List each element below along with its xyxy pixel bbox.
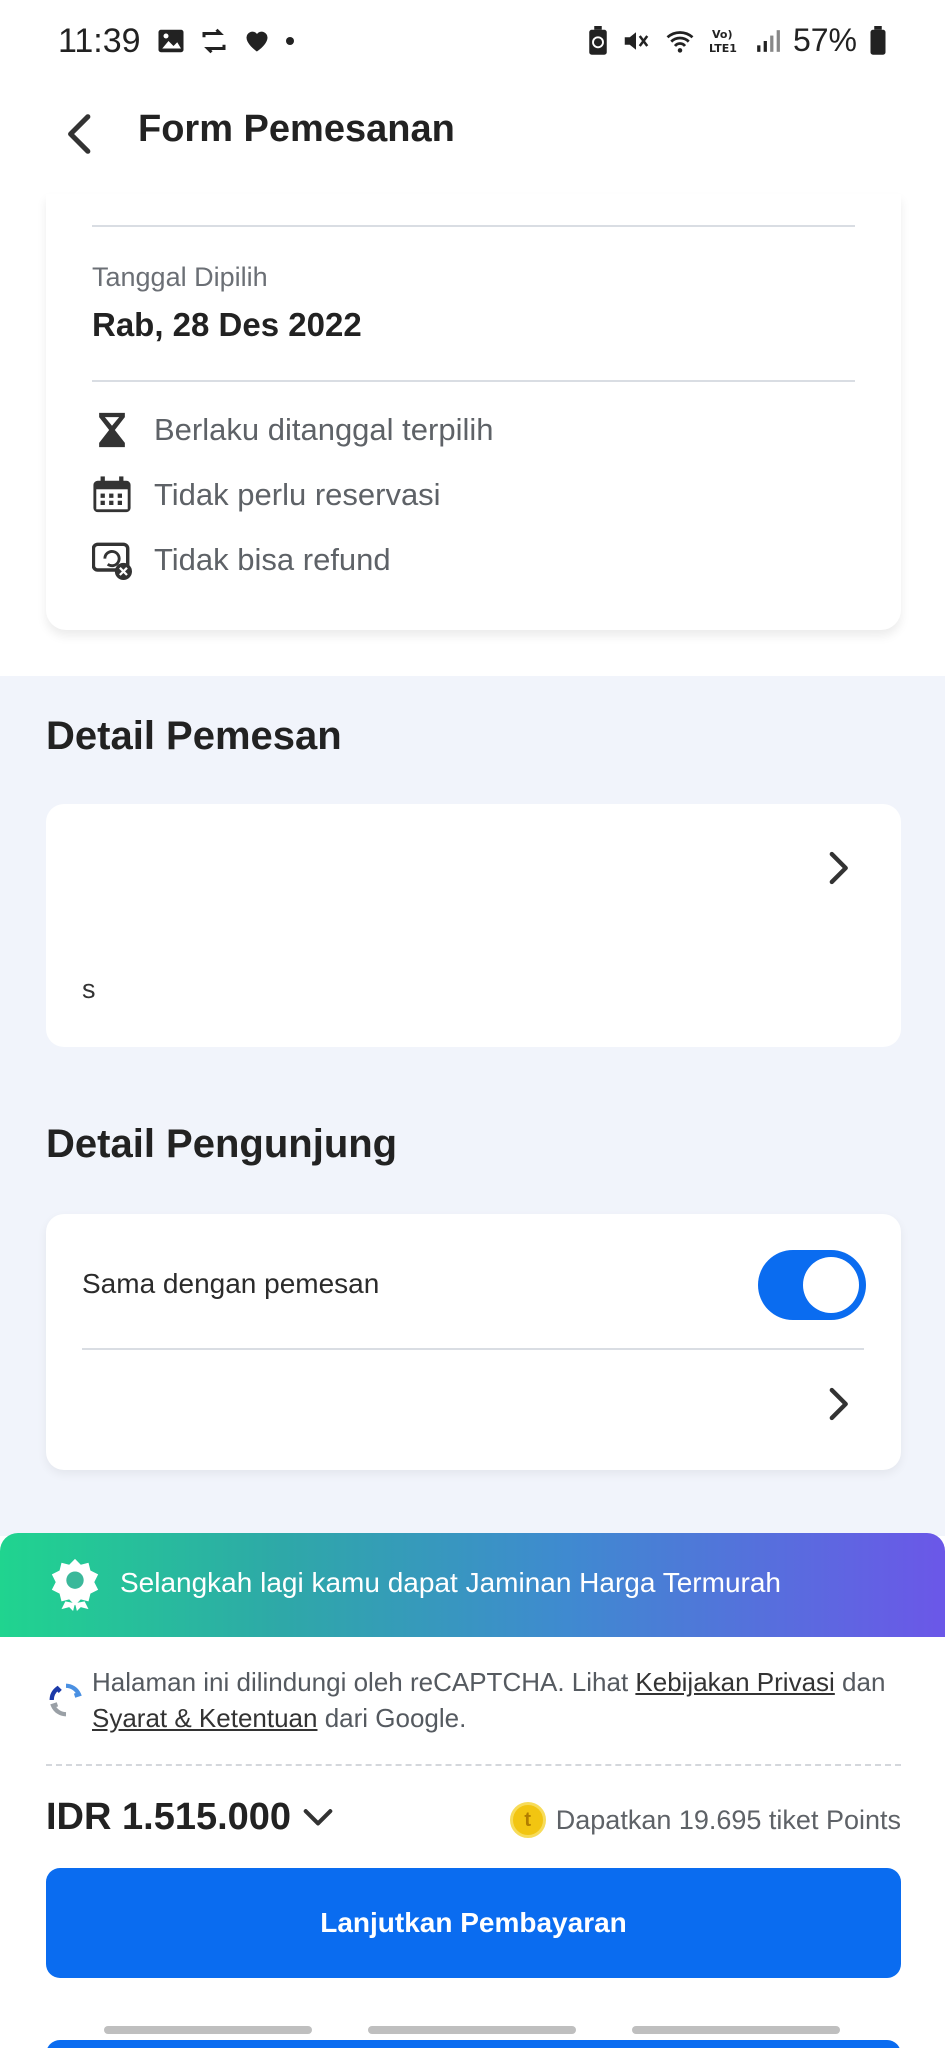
- price-value: IDR 1.515.000: [46, 1796, 292, 1838]
- captcha-text: dari Google.: [317, 1703, 467, 1733]
- status-notification-icons: [156, 26, 296, 56]
- policy-item: Berlaku ditanggal terpilih: [92, 410, 494, 450]
- same-as-booker-toggle[interactable]: [758, 1250, 866, 1320]
- status-system-icons: Vo) LTE1 57%: [587, 22, 887, 59]
- visitor-section-title: Detail Pengunjung: [46, 1122, 398, 1166]
- same-as-booker-label: Sama dengan pemesan: [82, 1268, 380, 1299]
- booker-card-text: s: [82, 974, 96, 1004]
- back-arrow-icon: [68, 114, 91, 154]
- visitor-card: [46, 1214, 901, 1470]
- policy-item: Tidak bisa refund: [92, 540, 391, 580]
- dot-icon: [286, 37, 294, 45]
- battery-percent: 57%: [792, 22, 857, 58]
- app-header: Form Pemesanan: [0, 84, 945, 194]
- no-refund-icon: [92, 540, 132, 580]
- battery-saver-icon: [589, 25, 607, 55]
- nav-pill: [368, 2026, 576, 2034]
- policy-text: Berlaku ditanggal terpilih: [154, 412, 494, 447]
- total-price[interactable]: IDR 1.515.000: [46, 1796, 333, 1839]
- image-icon: [158, 29, 184, 53]
- captcha-text: Halaman ini dilindungi oleh reCAPTCHA. L…: [92, 1667, 636, 1697]
- nav-pill: [104, 2026, 312, 2034]
- svg-text:Vo): Vo): [712, 28, 733, 41]
- status-bar: 11:39 Vo) LTE1 57%: [0, 0, 945, 84]
- booker-section-title: Detail Pemesan: [46, 714, 342, 758]
- calendar-icon: [92, 475, 132, 515]
- divider: [92, 380, 855, 382]
- visitor-chevron-right-icon[interactable]: [818, 1384, 858, 1424]
- toggle-knob: [803, 1257, 859, 1313]
- recaptcha-notice: Halaman ini dilindungi oleh reCAPTCHA. L…: [92, 1664, 892, 1736]
- policy-text: Tidak bisa refund: [154, 542, 391, 577]
- dashed-divider: [46, 1764, 901, 1766]
- status-time: 11:39: [58, 22, 141, 60]
- chevron-down-icon[interactable]: [303, 1808, 333, 1828]
- terms-link[interactable]: Syarat & Ketentuan: [92, 1703, 317, 1733]
- continue-payment-button[interactable]: Lanjutkan Pembayaran: [46, 1868, 901, 1978]
- back-button[interactable]: [48, 102, 112, 166]
- points-coin-icon: t: [509, 1802, 546, 1838]
- nav-gesture-bar: [0, 2020, 945, 2048]
- signal-icon: [757, 29, 780, 52]
- recaptcha-icon: [49, 1683, 82, 1717]
- points-info: t Dapatkan 19.695 tiket Points: [509, 1802, 901, 1838]
- points-text: Dapatkan 19.695 tiket Points: [555, 1804, 901, 1835]
- battery-icon: [870, 25, 886, 55]
- volte-icon: Vo)LTE1: [709, 28, 737, 55]
- hourglass-icon: [92, 410, 132, 450]
- svg-text:LTE1: LTE1: [709, 42, 737, 55]
- date-value: Rab, 28 Des 2022: [92, 306, 362, 343]
- page-title: Form Pemesanan: [138, 108, 455, 150]
- policy-text: Tidak perlu reservasi: [154, 477, 441, 512]
- wifi-icon: [666, 30, 694, 53]
- booker-card[interactable]: [46, 804, 901, 1047]
- heart-icon: [246, 31, 268, 52]
- banner-text: Selangkah lagi kamu dapat Jaminan Harga …: [120, 1567, 781, 1598]
- privacy-policy-link[interactable]: Kebijakan Privasi: [635, 1667, 834, 1697]
- price-guarantee-banner: Selangkah lagi kamu dapat Jaminan Harga …: [0, 1533, 945, 1637]
- divider: [92, 225, 855, 227]
- chevron-right-icon[interactable]: [818, 848, 858, 888]
- date-label: Tanggal Dipilih: [92, 262, 268, 292]
- policy-item: Tidak perlu reservasi: [92, 475, 441, 515]
- nav-pill: [632, 2026, 840, 2034]
- badge-icon: [51, 1558, 99, 1611]
- captcha-text: dan: [834, 1667, 886, 1697]
- divider: [82, 1348, 864, 1350]
- repost-icon: [202, 28, 226, 54]
- mute-icon: [624, 31, 649, 50]
